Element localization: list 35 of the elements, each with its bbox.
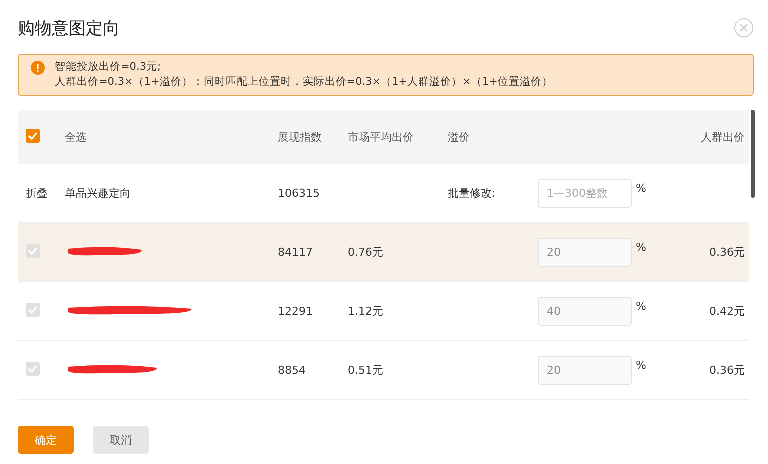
batch-input[interactable]: 1—300整数 [538,178,632,208]
table-cell: 0.76元 [348,246,384,258]
dialog-title: 购物意图定向 [18,18,120,40]
column-header: 市场平均出价 [348,130,414,144]
close-icon[interactable] [734,18,754,38]
table-cell: 0.36元 [710,364,745,376]
table-cell: 1.12元 [348,304,384,318]
select-all-checkbox[interactable] [26,129,40,143]
notice-text: 智能投放出价=0.3元; [55,60,162,75]
group-name: 单品兴趣定向 [65,186,131,200]
row-checkbox[interactable] [26,303,40,317]
select-all-label: 全选 [65,130,87,144]
row-checkbox[interactable] [26,362,40,376]
table-cell: 12291 [278,304,313,318]
percent-unit: % [636,358,646,372]
scrollbar[interactable] [751,110,755,198]
batch-label: 批量修改: [448,186,496,200]
column-header: 人群出价 [701,130,745,144]
column-header: 展现指数 [278,130,322,144]
percent-unit: % [636,300,646,312]
table-cell: 0.42元 [710,304,745,318]
confirm-button[interactable]: 确定 [18,426,74,454]
table-cell: 8854 [278,364,306,376]
table-cell: 0.51元 [348,364,384,376]
row-checkbox[interactable] [26,244,40,258]
column-header: 溢价 [448,130,470,144]
table-cell: 106315 [278,186,320,200]
collapse-link[interactable]: 折叠 [26,186,48,200]
table-cell: 84117 [278,246,313,258]
percent-unit: % [636,240,646,254]
warning-icon [31,61,45,75]
cancel-button[interactable]: 取消 [93,426,149,454]
percent-unit: % [636,182,646,194]
notice-text: 人群出价=0.3×（1+溢价）；同时匹配上位置时，实际出价=0.3×（1+人群溢价）×（1+位置溢价） [55,75,553,90]
table-cell: 0.36元 [710,246,745,258]
